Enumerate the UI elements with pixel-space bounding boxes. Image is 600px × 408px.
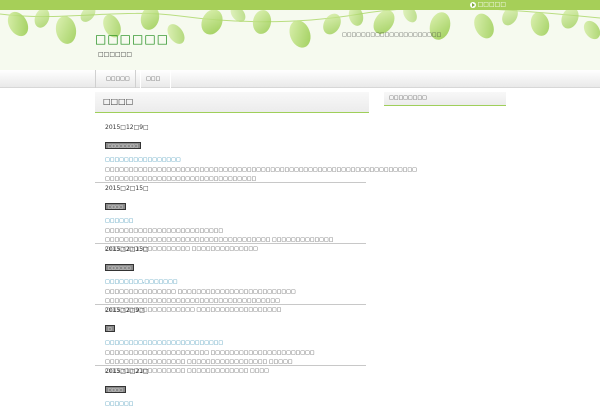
post-separator [95, 243, 366, 244]
post-title-link[interactable]: □□□□□□□□□□□□□□□□□□□□□□□□□ [105, 340, 365, 347]
nav-item-1[interactable]: □□□□□ [95, 70, 141, 88]
top-bar [0, 0, 600, 10]
post-date: 2015□1□21□ [105, 368, 149, 375]
top-link[interactable]: □□□□□ [469, 1, 506, 8]
post-category[interactable]: □□□□ [105, 386, 127, 393]
top-link-label[interactable]: □□□□□ [478, 1, 506, 8]
sidebar-heading: □□□□□□□□ [389, 95, 427, 101]
site-title[interactable]: □□□□□□ [95, 32, 169, 46]
global-nav: □□□□□ □□□ [0, 70, 600, 88]
post-category[interactable]: □□□□ [105, 203, 127, 210]
post-category[interactable]: □ [105, 325, 115, 332]
post-category[interactable]: □□□□□□□□ [105, 142, 142, 149]
arrow-bullet-icon [469, 1, 476, 8]
post-title-link[interactable]: □□□□□□□□,□□□□□□□ [105, 279, 365, 286]
post-separator [95, 182, 366, 183]
sidebar-heading-box: □□□□□□□□ [384, 92, 506, 106]
header-message: □□□□□□□□□□□□□□□□□□□□□ [342, 32, 442, 38]
post-title-link[interactable]: □□□□□□ [105, 218, 365, 225]
post-title-link[interactable]: □□□□□□ [105, 401, 365, 408]
post-date: 2015□12□9□ [105, 124, 149, 131]
post-item: 2015□12□9□ □□□□□□□□ □□□□□□□□□□□□□□□□ □□□… [105, 124, 417, 184]
site-header: □□□□□ □□□□□□ □□□□□□ □□□□□□□□□□□□□□□□□□□□… [0, 0, 600, 70]
post-date: 2015□2□9□ [105, 307, 145, 314]
post-separator [95, 304, 366, 305]
leaf-decoration-icon [0, 5, 600, 48]
post-date: 2015□2□15□ [105, 246, 149, 253]
main-heading: □□□□ [103, 97, 134, 106]
post-date: 2015□2□15□ [105, 185, 149, 192]
main-heading-box: □□□□ [95, 92, 369, 113]
post-item: 2015□1□21□ □□□□ □□□□□□ [105, 368, 365, 408]
post-separator [95, 365, 366, 366]
site-description: □□□□□□ [98, 51, 133, 58]
nav-item-2[interactable]: □□□ [135, 70, 172, 88]
post-category[interactable]: □□□□□□ [105, 264, 134, 271]
post-title-link[interactable]: □□□□□□□□□□□□□□□□ [105, 157, 365, 164]
